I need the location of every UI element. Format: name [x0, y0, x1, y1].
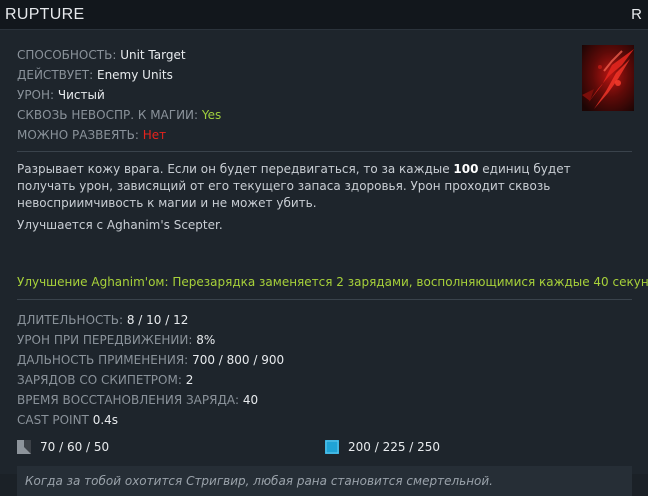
property-value: Yes [201, 108, 222, 122]
stat-row-cast-range: ДАЛЬНОСТЬ ПРИМЕНЕНИЯ: 700 / 800 / 900 [17, 350, 284, 370]
property-label: СПОСОБНОСТЬ: [17, 48, 117, 62]
aghanim-upgrade-text: Улучшение Aghanim'ом: Перезарядка заменя… [17, 275, 648, 289]
stats-list: ДЛИТЕЛЬНОСТЬ: 8 / 10 / 12 УРОН ПРИ ПЕРЕД… [17, 310, 284, 430]
description-part: Разрывает кожу врага. Если он будет пере… [17, 162, 454, 176]
property-value: Unit Target [120, 48, 186, 62]
ability-name: RUPTURE [5, 5, 85, 23]
ability-icon [582, 45, 634, 111]
stat-label: ЗАРЯДОВ СО СКИПЕТРОМ: [17, 373, 182, 387]
scepter-note: Улучшается с Aghanim's Scepter. [17, 218, 223, 232]
property-row-pierces-immunity: СКВОЗЬ НЕВОСПР. К МАГИИ: Yes [17, 105, 221, 125]
description-text: Разрывает кожу врага. Если он будет пере… [17, 161, 628, 212]
property-row-dispellable: МОЖНО РАЗВЕЯТЬ: Нет [17, 125, 221, 145]
property-value: Нет [142, 128, 167, 142]
stat-value: 8% [196, 333, 216, 347]
property-row-behavior: СПОСОБНОСТЬ: Unit Target [17, 45, 221, 65]
property-label: УРОН: [17, 88, 55, 102]
stat-label: ДАЛЬНОСТЬ ПРИМЕНЕНИЯ: [17, 353, 189, 367]
cooldown-value: 70 / 60 / 50 [40, 440, 110, 454]
ability-hotkey: R [631, 6, 642, 23]
mana-cost: 200 / 225 / 250 [325, 440, 440, 454]
property-label: МОЖНО РАЗВЕЯТЬ: [17, 128, 139, 142]
property-label: ДЕЙСТВУЕТ: [17, 68, 94, 82]
property-value: Enemy Units [96, 68, 173, 82]
stat-row-cast-point: CAST POINT 0.4s [17, 410, 284, 430]
divider [17, 299, 632, 300]
stat-value: 8 / 10 / 12 [126, 313, 189, 327]
ability-tooltip: RUPTURE R СПОСОБНОСТЬ: Unit Target ДЕЙСТ… [0, 0, 648, 496]
description-highlight: 100 [453, 162, 479, 176]
stat-value: 700 / 800 / 900 [192, 353, 285, 367]
stat-row-scepter-charges: ЗАРЯДОВ СО СКИПЕТРОМ: 2 [17, 370, 284, 390]
ability-description: Разрывает кожу врага. Если он будет пере… [17, 161, 628, 234]
property-value: Чистый [57, 88, 105, 102]
stat-row-charge-restore-time: ВРЕМЯ ВОССТАНОВЛЕНИЯ ЗАРЯДА: 40 [17, 390, 284, 410]
property-list: СПОСОБНОСТЬ: Unit Target ДЕЙСТВУЕТ: Enem… [17, 45, 221, 145]
stat-label: CAST POINT [17, 413, 89, 427]
cooldown-icon [17, 440, 31, 454]
cooldown-cost: 70 / 60 / 50 [17, 440, 109, 454]
property-label: СКВОЗЬ НЕВОСПР. К МАГИИ: [17, 108, 199, 122]
stat-value: 40 [242, 393, 259, 407]
stat-value: 0.4s [92, 413, 119, 427]
stat-label: ВРЕМЯ ВОССТАНОВЛЕНИЯ ЗАРЯДА: [17, 393, 240, 407]
property-row-damage-type: УРОН: Чистый [17, 85, 221, 105]
mana-value: 200 / 225 / 250 [348, 440, 441, 454]
divider [17, 151, 632, 152]
stat-label: УРОН ПРИ ПЕРЕДВИЖЕНИИ: [17, 333, 193, 347]
mana-icon [325, 440, 339, 454]
title-bar: RUPTURE R [0, 0, 648, 30]
stat-row-movement-damage: УРОН ПРИ ПЕРЕДВИЖЕНИИ: 8% [17, 330, 284, 350]
stat-row-duration: ДЛИТЕЛЬНОСТЬ: 8 / 10 / 12 [17, 310, 284, 330]
property-row-affects: ДЕЙСТВУЕТ: Enemy Units [17, 65, 221, 85]
stat-value: 2 [185, 373, 194, 387]
lore-text: Когда за тобой охотится Стригвир, любая … [17, 466, 632, 496]
stat-label: ДЛИТЕЛЬНОСТЬ: [17, 313, 123, 327]
